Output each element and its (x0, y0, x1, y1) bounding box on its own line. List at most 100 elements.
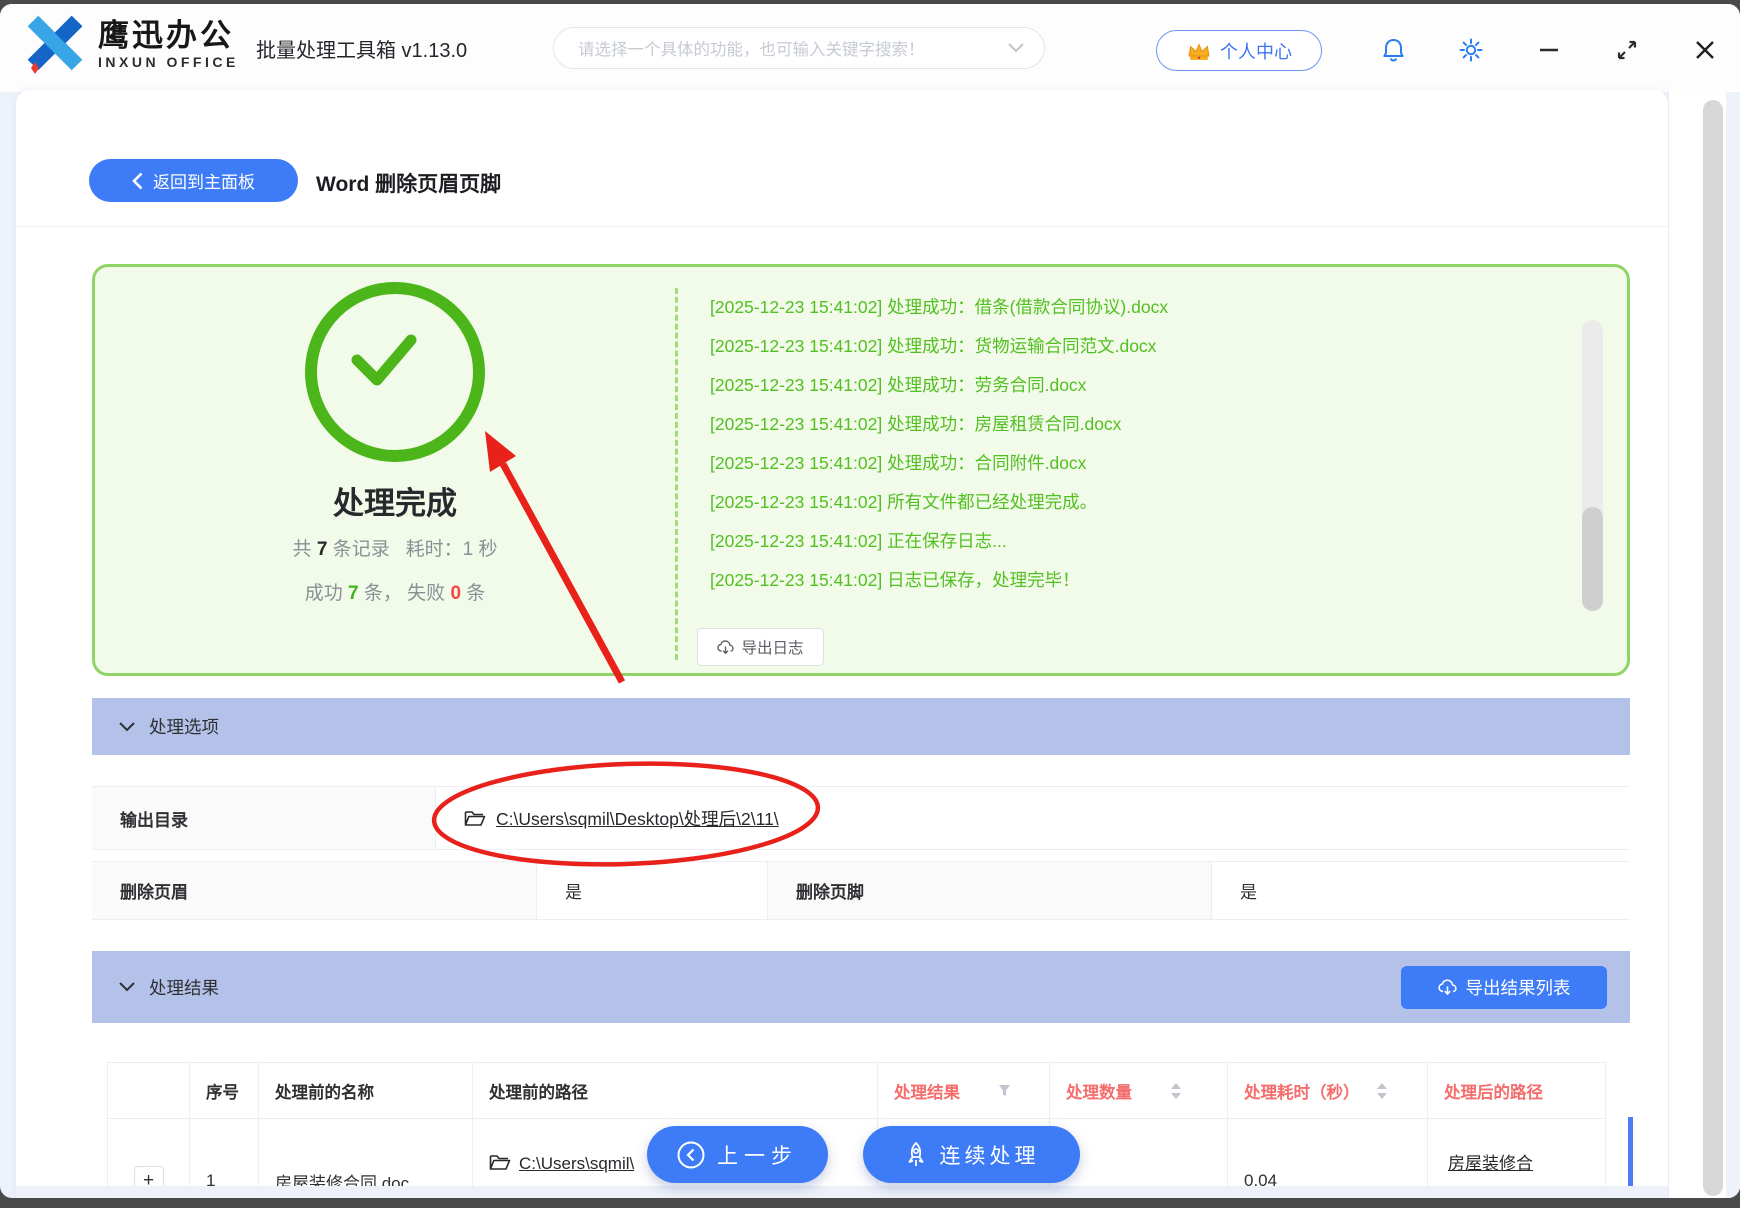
output-dir-label: 输出目录 (92, 787, 436, 849)
remove-footer-label: 删除页脚 (768, 862, 1212, 919)
col-expand (108, 1063, 190, 1118)
logo-x-icon (27, 15, 83, 74)
fail-unit: 条 (466, 583, 486, 604)
app-title: 批量处理工具箱 v1.13.0 (256, 40, 468, 62)
chevron-left-icon (132, 172, 143, 189)
rocket-icon (908, 1141, 923, 1166)
cloud-download-icon (717, 639, 735, 654)
export-log-label: 导出日志 (741, 640, 804, 657)
prev-step-button[interactable]: 上一步 (647, 1126, 828, 1183)
chevron-down-icon (119, 982, 135, 992)
sort-carets-icon[interactable] (1170, 1082, 1182, 1100)
log-line: [2025-12-23 15:41:02] 处理成功：房屋租赁合同.docx (710, 414, 1122, 434)
log-line: [2025-12-23 15:41:02] 日志已保存，处理完毕！ (710, 570, 1080, 590)
col-result[interactable]: 处理结果 (878, 1063, 1050, 1118)
back-button-label: 返回到主面板 (153, 173, 255, 192)
log-line: [2025-12-23 15:41:02] 处理成功：劳务合同.docx (710, 375, 1087, 395)
log-line: [2025-12-23 15:41:02] 正在保存日志... (710, 531, 1007, 551)
folder-icon (464, 811, 486, 826)
app-window: 鹰迅办公 INXUN OFFICE 批量处理工具箱 v1.13.0 请选择一个具… (0, 4, 1740, 1198)
process-log-list: [2025-12-23 15:41:02] 处理成功：借条(借款合同协议).do… (710, 288, 1510, 600)
search-placeholder: 请选择一个具体的功能，也可输入关键字搜索！ (578, 41, 925, 59)
brand-text: 鹰迅办公 INXUN OFFICE (98, 19, 239, 71)
fail-count: 0 (450, 583, 462, 604)
prev-step-label: 上一步 (717, 1144, 798, 1168)
success-label: 成功 (304, 583, 343, 604)
output-dir-link[interactable]: C:\Users\sqmil\Desktop\处理后\2\11\ (496, 806, 779, 831)
col-count-label: 处理数量 (1066, 1083, 1132, 1102)
personal-center-button[interactable]: 个人中心 (1156, 30, 1322, 71)
notification-bell-icon[interactable] (1379, 36, 1407, 64)
total-prefix: 共 (292, 539, 312, 560)
success-circle (305, 282, 485, 462)
option-row-header-footer: 删除页眉 是 删除页脚 是 (92, 861, 1630, 920)
export-result-list-button[interactable]: 导出结果列表 (1401, 966, 1607, 1009)
app-logo: 鹰迅办公 INXUN OFFICE (22, 14, 239, 76)
section-header-results[interactable]: 处理结果 (92, 951, 1630, 1023)
section-header-options[interactable]: 处理选项 (92, 698, 1630, 755)
col-duration-label: 处理耗时（秒） (1244, 1083, 1360, 1102)
fail-label: 失败 (407, 583, 446, 604)
remove-header-label: 删除页眉 (92, 862, 537, 919)
circle-left-icon (677, 1141, 705, 1168)
option-row-output-dir: 输出目录 C:\Users\sqmil\Desktop\处理后\2\11\ (92, 786, 1630, 850)
log-line: [2025-12-23 15:41:02] 处理成功：借条(借款合同协议).do… (710, 297, 1169, 317)
chevron-down-icon (1008, 43, 1024, 53)
right-edge-strip (1726, 92, 1740, 1198)
col-duration[interactable]: 处理耗时（秒） (1228, 1063, 1428, 1118)
close-button[interactable] (1691, 36, 1719, 64)
log-line: [2025-12-23 15:41:02] 所有文件都已经处理完成。 (710, 492, 1098, 512)
success-sep: 条， (363, 583, 402, 604)
log-scrollbar-thumb[interactable] (1582, 507, 1603, 611)
results-section-title: 处理结果 (149, 977, 219, 998)
export-result-list-label: 导出结果列表 (1465, 978, 1571, 998)
stat-line-success-fail: 成功 7 条， 失败 0 条 (170, 578, 620, 605)
personal-center-label: 个人中心 (1220, 41, 1292, 62)
time-unit: 秒 (478, 539, 498, 560)
stat-line-total: 共 7 条记录 耗时：1 秒 (170, 534, 620, 561)
continue-process-label: 连续处理 (939, 1144, 1040, 1168)
path-start: C:\Users\sqmil\ (519, 1154, 635, 1173)
success-count: 7 (347, 583, 359, 604)
status-title: 处理完成 (333, 486, 457, 521)
time-value: 1 (462, 539, 474, 560)
output-dir-cell: C:\Users\sqmil\Desktop\处理后\2\11\ (436, 787, 1630, 849)
maximize-restore-button[interactable] (1613, 36, 1641, 64)
log-separator (675, 288, 678, 660)
time-label: 耗时： (405, 539, 463, 560)
remove-header-value: 是 (537, 862, 768, 919)
filter-funnel-icon[interactable] (998, 1084, 1011, 1097)
settings-gear-icon[interactable] (1457, 36, 1485, 64)
remove-footer-value: 是 (1212, 862, 1630, 919)
back-to-dashboard-button[interactable]: 返回到主面板 (89, 159, 298, 202)
results-table: 序号 处理前的名称 处理前的路径 处理结果 处理数量 处理耗时（秒） 处理后的路… (107, 1062, 1606, 1198)
col-path-after: 处理后的路径 (1428, 1063, 1606, 1118)
results-table-header: 序号 处理前的名称 处理前的路径 处理结果 处理数量 处理耗时（秒） 处理后的路… (107, 1062, 1606, 1119)
function-search-select[interactable]: 请选择一个具体的功能，也可输入关键字搜索！ (553, 27, 1045, 69)
total-suffix: 条记录 (332, 539, 390, 560)
minimize-button[interactable] (1535, 36, 1563, 64)
window-scrollbar-thumb[interactable] (1703, 100, 1723, 1196)
options-section-title: 处理选项 (149, 717, 219, 737)
crown-icon (1188, 42, 1210, 60)
export-log-button[interactable]: 导出日志 (697, 628, 824, 666)
log-line: [2025-12-23 15:41:02] 处理成功：合同附件.docx (710, 453, 1087, 473)
col-name-before: 处理前的名称 (259, 1063, 473, 1118)
col-result-label: 处理结果 (894, 1083, 960, 1102)
sort-carets-icon[interactable] (1376, 1082, 1388, 1100)
brand-cn: 鹰迅办公 (98, 18, 234, 53)
chevron-down-icon (119, 721, 135, 731)
bottom-strip (16, 1186, 1668, 1198)
col-path-before: 处理前的路径 (473, 1063, 878, 1118)
total-count: 7 (316, 539, 328, 560)
continue-process-button[interactable]: 连续处理 (863, 1126, 1080, 1183)
titlebar: 鹰迅办公 INXUN OFFICE 批量处理工具箱 v1.13.0 请选择一个具… (0, 4, 1740, 92)
log-scrollbar-track[interactable] (1582, 320, 1603, 611)
main-content-card: 返回到主面板 Word 删除页眉页脚 处理完成 共 7 条记录 耗时：1 秒 成… (16, 90, 1668, 1198)
cloud-download-icon (1437, 979, 1457, 996)
col-index: 序号 (190, 1063, 259, 1118)
check-icon (351, 334, 417, 386)
col-count[interactable]: 处理数量 (1050, 1063, 1228, 1118)
header-divider (16, 226, 1668, 227)
page-title: Word 删除页眉页脚 (316, 173, 502, 196)
